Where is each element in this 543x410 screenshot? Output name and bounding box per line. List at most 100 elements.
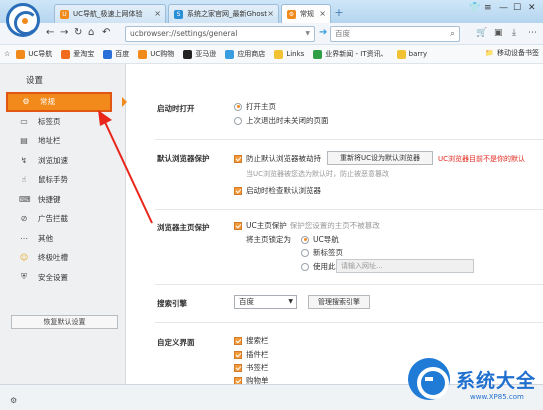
bookmark-baidu[interactable]: 百度 xyxy=(103,49,129,59)
checkbox[interactable] xyxy=(234,363,242,372)
window-icon[interactable]: ▣ xyxy=(494,28,503,38)
download-icon[interactable]: ⤓ xyxy=(512,28,516,38)
nav-speed[interactable]: ↯ 浏览加速 xyxy=(0,151,126,171)
startup-option-last-session[interactable]: 上次退出时未关闭的页面 xyxy=(234,115,329,126)
baidu-icon xyxy=(103,49,113,59)
close-icon[interactable]: × xyxy=(319,9,326,18)
nav-label: 广告拦截 xyxy=(38,214,68,224)
checkbox[interactable] xyxy=(234,350,242,359)
refresh-icon[interactable]: ↻ xyxy=(74,27,82,38)
uc-homepage-protect-checkbox[interactable]: UC主页保护 保护您设置的主页不被篡改 xyxy=(234,220,380,231)
nav-address-bar[interactable]: ▤ 地址栏 xyxy=(0,131,126,151)
skin-icon[interactable]: 👕 xyxy=(469,3,480,13)
undo-icon[interactable]: ↶ xyxy=(102,27,110,38)
restore-defaults-button[interactable]: 恢复默认设置 xyxy=(11,315,118,329)
bookmark-uc-nav[interactable]: UC导航 xyxy=(16,49,52,59)
radio-button[interactable] xyxy=(301,248,309,257)
close-icon[interactable]: × xyxy=(154,9,161,18)
startup-option-home[interactable]: 打开主页 xyxy=(234,101,276,112)
bookmark-label: Links xyxy=(286,50,305,58)
prevent-hijack-checkbox[interactable]: 防止默认浏览器被劫持 xyxy=(234,153,321,164)
nav-feedback[interactable]: ☺ 终极吐槽 xyxy=(0,248,126,268)
search-engine-select[interactable]: 百度 ▼ xyxy=(234,295,297,309)
home-icon[interactable]: ⌂ xyxy=(88,27,94,38)
checkbox[interactable] xyxy=(234,154,242,163)
custom-ui-search-bar[interactable]: 搜索栏 xyxy=(234,335,269,346)
uc-logo-icon[interactable] xyxy=(6,3,40,37)
nav-other[interactable]: ⋯ 其他 xyxy=(0,229,126,249)
tab-system-home[interactable]: S 系统之家官网_最新Ghost × xyxy=(168,4,279,23)
radio-button[interactable] xyxy=(301,262,309,271)
nav-label: 其他 xyxy=(38,233,53,243)
mouse-gesture-icon: ☝ xyxy=(21,175,27,185)
back-icon[interactable]: ← xyxy=(46,27,54,38)
ad-block-icon: ⊘ xyxy=(20,214,28,224)
gear-icon[interactable]: ⚙ xyxy=(10,396,17,405)
tab-settings[interactable]: ⚙ 常规 × xyxy=(281,4,331,23)
bookmark-amazon[interactable]: 亚马逊 xyxy=(183,49,216,59)
go-icon[interactable]: ➔ xyxy=(319,27,327,38)
gear-icon: ⚙ xyxy=(287,9,296,19)
set-default-button[interactable]: 重新将UC设为默认浏览器 xyxy=(327,151,433,165)
option-label: 书签栏 xyxy=(246,363,269,372)
menu-icon[interactable]: ≡ xyxy=(484,3,492,13)
close-icon[interactable]: × xyxy=(267,9,274,18)
option-label: 插件栏 xyxy=(246,350,269,359)
checkbox[interactable] xyxy=(234,221,242,230)
search-input[interactable]: 百度 ⌕ xyxy=(330,26,460,42)
maximize-icon[interactable]: ☐ xyxy=(513,3,521,13)
check-on-start-checkbox[interactable]: 启动时检查默认浏览器 xyxy=(234,185,321,196)
cart-icon[interactable]: 🛒 xyxy=(476,28,487,38)
radio-button[interactable] xyxy=(301,235,309,244)
not-default-warning: UC浏览器目前不是你的默认 xyxy=(438,155,526,163)
nav-shortcuts[interactable]: ⌨ 快捷键 xyxy=(0,190,126,210)
tab-uc-nav[interactable]: U UC导航_极速上网体验 × xyxy=(54,4,166,23)
option-label: 搜索栏 xyxy=(246,336,269,345)
homepage-protect-label: 浏览器主页保护 xyxy=(157,223,210,232)
manage-search-engines-button[interactable]: 管理搜索引擎 xyxy=(308,295,370,309)
option-label: 新标签页 xyxy=(313,248,343,257)
custom-ui-bookmark-bar[interactable]: 书签栏 xyxy=(234,362,269,373)
url-input[interactable]: ucbrowser://settings/general ▼ xyxy=(125,26,315,42)
bookmark-taobao[interactable]: 爱淘宝 xyxy=(61,49,94,59)
nav-general[interactable]: ⚙ 常规 xyxy=(6,92,112,112)
radio-button[interactable] xyxy=(234,102,242,111)
radio-button[interactable] xyxy=(234,116,242,125)
nav-label: 浏览加速 xyxy=(38,155,68,165)
homepage-option-new-tab[interactable]: 新标签页 xyxy=(301,247,343,258)
nav-label: 终极吐槽 xyxy=(38,253,68,263)
bookmark-uc-shop[interactable]: UC购物 xyxy=(138,49,174,59)
site-icon: S xyxy=(174,9,183,19)
url-text: ucbrowser://settings/general xyxy=(130,29,238,38)
mobile-icon: 📁 xyxy=(485,49,494,57)
homepage-option-uc-nav[interactable]: UC导航 xyxy=(301,234,339,245)
gear-icon: ⚙ xyxy=(22,97,30,107)
new-tab-button[interactable]: + xyxy=(331,6,347,20)
option-label: 上次退出时未关闭的页面 xyxy=(246,116,329,125)
bookmark-appstore[interactable]: 应用商店 xyxy=(225,49,265,59)
checkbox[interactable] xyxy=(234,336,242,345)
nav-ad-block[interactable]: ⊘ 广告拦截 xyxy=(0,209,126,229)
close-window-icon[interactable]: ✕ xyxy=(528,3,536,13)
homepage-url-input[interactable]: 请输入网址... xyxy=(336,259,474,273)
star-icon[interactable]: ☆ xyxy=(4,50,10,58)
divider xyxy=(155,284,543,285)
minimize-icon[interactable]: — xyxy=(499,3,508,13)
checkbox[interactable] xyxy=(234,186,242,195)
nav-security[interactable]: ⛨ 安全设置 xyxy=(0,268,126,288)
bookmark-news[interactable]: 业界新闻 - IT资讯、 xyxy=(313,49,388,59)
forward-icon[interactable]: → xyxy=(60,27,68,38)
search-icon[interactable]: ⌕ xyxy=(450,27,455,41)
bookmarks-bar: ☆ UC导航 爱淘宝 百度 UC购物 亚马逊 应用商店 Links 业界新闻 -… xyxy=(0,45,543,64)
mobile-bookmarks[interactable]: 📁 移动设备书签 xyxy=(485,48,539,58)
protect-hint: 当UC浏览器被您选为默认时，防止被恶意篡改 xyxy=(246,170,390,178)
bookmark-barry[interactable]: barry xyxy=(396,49,427,59)
more-icon[interactable]: ⋯ xyxy=(528,28,537,38)
bookmark-links[interactable]: Links xyxy=(274,49,305,59)
option-label: UC导航 xyxy=(313,235,339,244)
nav-tabs[interactable]: ▭ 标签页 xyxy=(0,112,126,132)
custom-ui-plugin-bar[interactable]: 插件栏 xyxy=(234,349,269,360)
option-label: 打开主页 xyxy=(246,102,276,111)
nav-mouse-gesture[interactable]: ☝ 鼠标手势 xyxy=(0,170,126,190)
chevron-down-icon[interactable]: ▼ xyxy=(305,27,310,41)
